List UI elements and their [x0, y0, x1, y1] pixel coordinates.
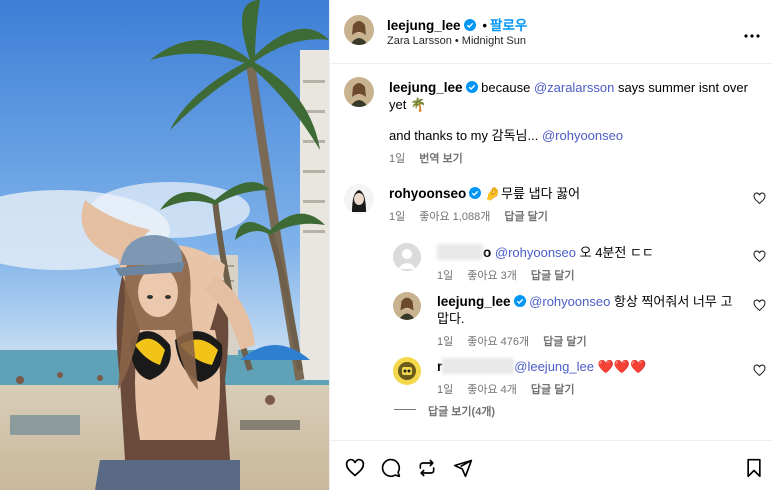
comment-body: 🤌무릎 냅다 꿇어	[484, 186, 581, 201]
reply-button[interactable]: 답글 달기	[543, 336, 587, 348]
bookmark-icon[interactable]	[744, 458, 764, 478]
share-icon[interactable]	[417, 458, 437, 478]
send-icon[interactable]	[453, 458, 473, 478]
comment-avatar[interactable]	[344, 184, 374, 214]
reply-time[interactable]: 1일	[437, 270, 453, 282]
reply-text: leejung_lee @rohyoonseo 항상 찍어줘서 너무 고맙다.	[437, 293, 737, 327]
caption-meta: 1일 번역 보기	[389, 150, 477, 166]
reply-likes[interactable]: 좋아요 4개	[467, 384, 517, 396]
reply-likes[interactable]: 좋아요 476개	[467, 336, 529, 348]
reply-body: 오 4분전 ㄷㄷ	[576, 245, 654, 260]
reply-text: o @rohyoonseo 오 4분전 ㄷㄷ	[437, 244, 737, 261]
caption-mention[interactable]: @zaralarsson	[534, 80, 614, 95]
music-artist: Zara Larsson	[387, 35, 452, 47]
caption-line2-mention[interactable]: @rohyoonseo	[542, 128, 623, 143]
heart-icon[interactable]	[753, 364, 766, 377]
audio-link[interactable]: Zara Larsson • Midnight Sun	[387, 35, 526, 47]
post-header: leejung_lee • 팔로우 Zara Larsson • Midnight…	[330, 0, 773, 64]
heart-icon[interactable]	[345, 458, 365, 478]
blurred-username	[437, 244, 483, 260]
follow-button[interactable]: 팔로우	[490, 18, 527, 33]
comment-username[interactable]: rohyoonseo	[389, 186, 466, 201]
music-dot: •	[454, 35, 459, 47]
reply-mention[interactable]: @rohyoonseo	[529, 294, 610, 309]
heart-icon[interactable]	[753, 250, 766, 263]
reply-avatar[interactable]	[393, 243, 421, 271]
reply-meta: 1일 좋아요 476개 답글 달기	[437, 333, 601, 349]
reply-mention[interactable]: @rohyoonseo	[495, 245, 576, 260]
comment-time[interactable]: 1일	[389, 211, 405, 223]
author-avatar[interactable]	[344, 15, 374, 45]
caption-avatar[interactable]	[344, 77, 374, 107]
reply-avatar[interactable]	[393, 292, 421, 320]
post-photo[interactable]	[0, 0, 329, 490]
reply-time[interactable]: 1일	[437, 336, 453, 348]
reply-mention[interactable]: @leejung_lee	[514, 359, 594, 374]
caption-line2-text: and thanks to my 감독님...	[389, 128, 539, 143]
reply-meta: 1일 좋아요 3개 답글 달기	[437, 267, 588, 283]
author-username[interactable]: leejung_lee	[387, 18, 461, 33]
comment-meta: 1일 좋아요 1,088개 답글 달기	[389, 208, 562, 224]
caption-text: leejung_lee because @zaralarsson says su…	[389, 79, 759, 113]
caption-username[interactable]: leejung_lee	[389, 80, 463, 95]
caption-line2: and thanks to my 감독님... @rohyoonseo	[389, 127, 759, 144]
header-separator: •	[482, 18, 488, 33]
heart-icon[interactable]	[753, 299, 766, 312]
post-panel: leejung_lee • 팔로우 Zara Larsson • Midnight…	[329, 0, 773, 490]
verified-icon	[513, 295, 526, 307]
translate-link[interactable]: 번역 보기	[419, 153, 463, 165]
heart-icon[interactable]	[753, 192, 766, 205]
reply-username[interactable]: leejung_lee	[437, 294, 511, 309]
verified-icon	[463, 19, 476, 31]
caption-text-pre: because	[481, 80, 534, 95]
action-bar	[330, 440, 773, 490]
blurred-username	[442, 358, 515, 374]
caption-time[interactable]: 1일	[389, 153, 405, 165]
reply-button[interactable]: 답글 달기	[531, 384, 575, 396]
comment-icon[interactable]	[381, 458, 401, 478]
music-title: Midnight Sun	[461, 35, 527, 47]
reply-avatar[interactable]	[393, 357, 421, 385]
verified-icon	[469, 187, 482, 199]
reply-body: ❤️❤️❤️	[593, 359, 647, 374]
reply-time[interactable]: 1일	[437, 384, 453, 396]
view-replies-line	[394, 409, 416, 410]
reply-button[interactable]: 답글 달기	[531, 270, 575, 282]
reply-text: r @leejung_lee ❤️❤️❤️	[437, 358, 737, 375]
more-icon[interactable]	[744, 26, 760, 38]
reply-button[interactable]: 답글 달기	[504, 211, 548, 223]
reply-likes[interactable]: 좋아요 3개	[467, 270, 517, 282]
comment-text: rohyoonseo 🤌무릎 냅다 꿇어	[389, 185, 719, 202]
reply-meta: 1일 좋아요 4개 답글 달기	[437, 381, 588, 397]
comment-likes[interactable]: 좋아요 1,088개	[419, 211, 490, 223]
view-replies-button[interactable]: 답글 보기(4개)	[428, 403, 495, 419]
verified-icon	[465, 81, 478, 93]
reply-username-tail[interactable]: o	[483, 245, 491, 260]
